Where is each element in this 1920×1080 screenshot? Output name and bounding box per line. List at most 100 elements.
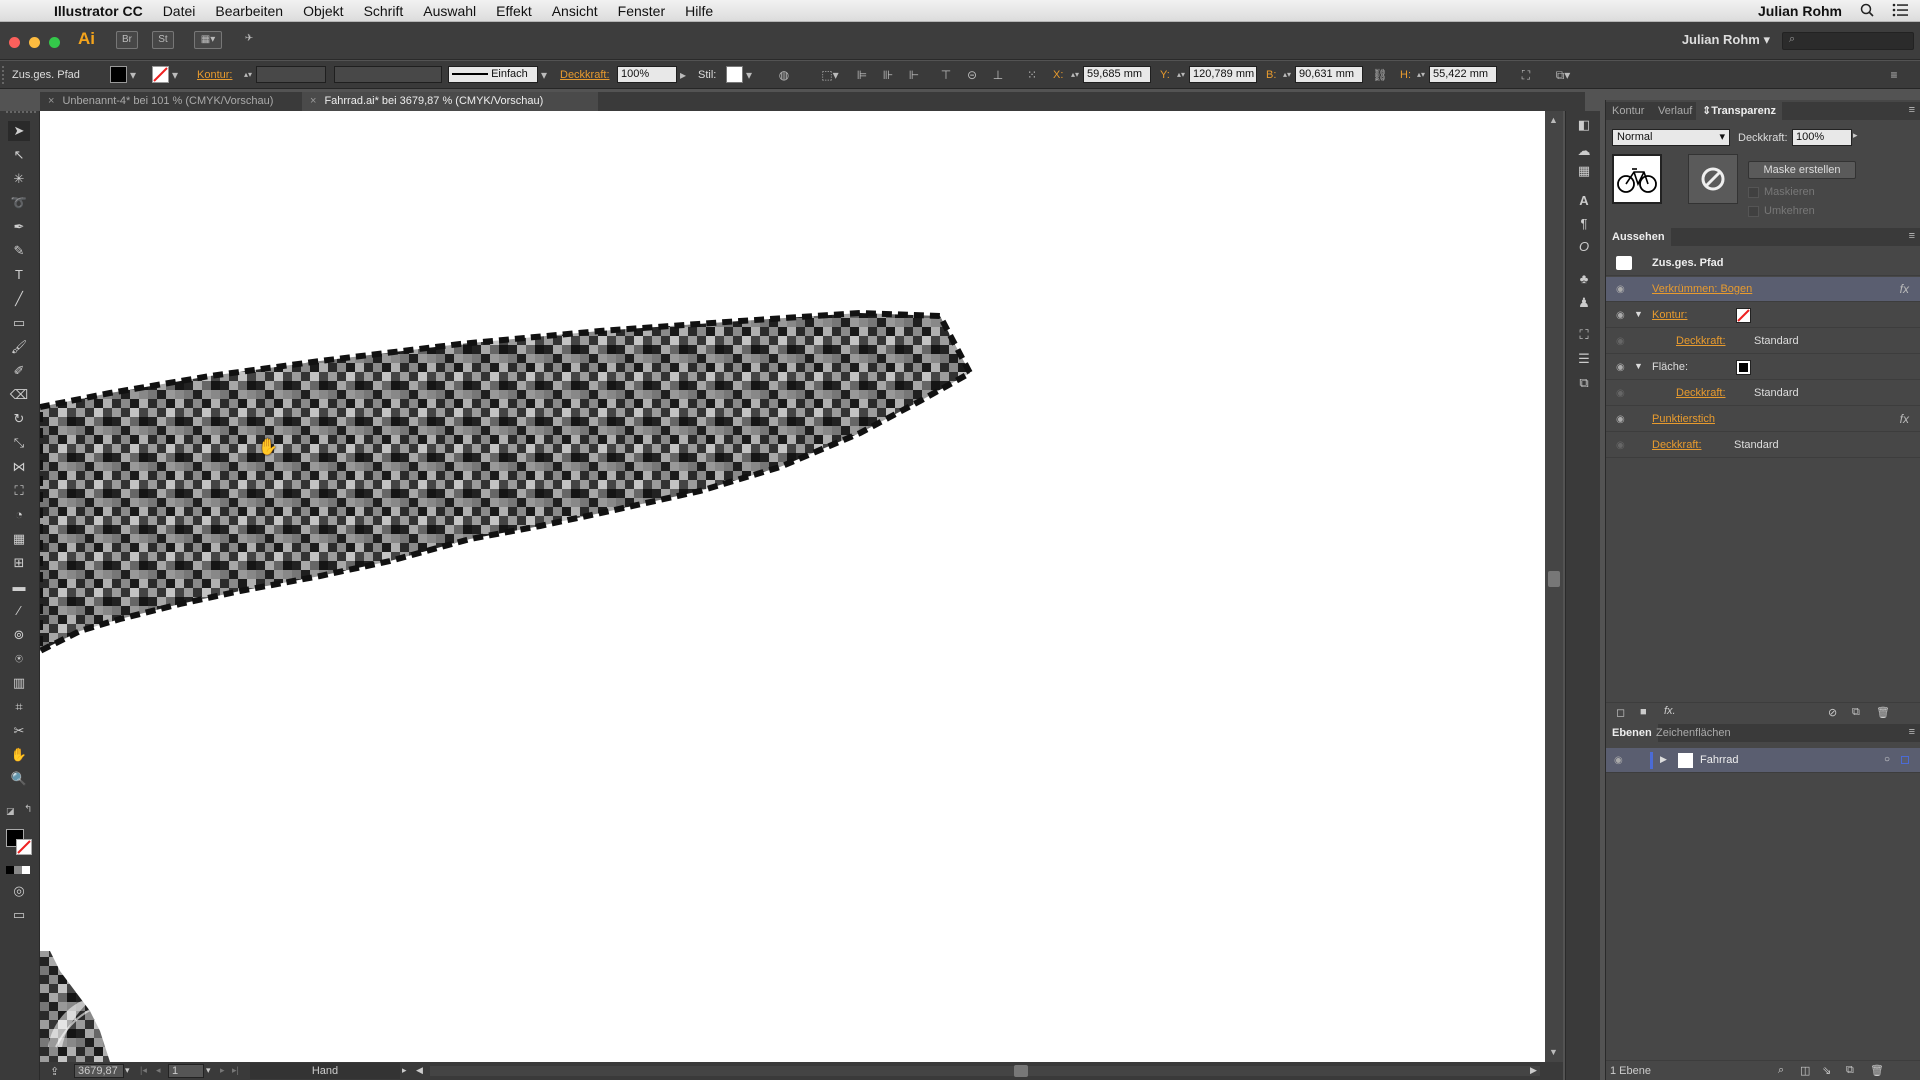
appearance-row-kontur-opacity[interactable]: ◉ Deckkraft: Standard xyxy=(1606,329,1920,354)
horizontal-scroll-thumb[interactable] xyxy=(1014,1065,1028,1077)
add-effect-fx-icon[interactable]: fx. xyxy=(1664,705,1676,717)
panel-menu-icon[interactable]: ≡ xyxy=(1909,230,1915,242)
default-colors-icon[interactable]: ◪ xyxy=(6,806,15,816)
add-fill-icon[interactable]: ■ xyxy=(1640,706,1647,718)
cc-libraries-icon[interactable]: ☁ xyxy=(1574,141,1594,161)
artboard-tool-icon[interactable]: ⌗ xyxy=(8,697,30,717)
close-icon[interactable]: × xyxy=(48,95,54,107)
curvature-tool-icon[interactable]: ✎ xyxy=(8,241,30,261)
tab-transparenz[interactable]: ⇕Transparenz xyxy=(1696,102,1783,120)
gpu-performance-icon[interactable]: ✈ xyxy=(238,31,260,49)
previous-artboard-icon[interactable]: ◂ xyxy=(156,1065,161,1076)
new-sublayer-icon[interactable]: ⇘ xyxy=(1822,1064,1831,1077)
transform-icon[interactable]: ⛶ xyxy=(1574,325,1594,345)
align-panel-icon[interactable]: ☰ xyxy=(1574,349,1594,369)
stroke-none-swatch[interactable] xyxy=(1736,308,1751,323)
width-tool-icon[interactable]: ⋈ xyxy=(8,457,30,477)
artboard-number-input[interactable]: 1 xyxy=(168,1064,204,1078)
menu-datei[interactable]: Datei xyxy=(163,3,196,19)
chevron-right-icon[interactable]: ▸ xyxy=(678,67,688,83)
paragraph-icon[interactable]: ¶ xyxy=(1574,214,1594,234)
panel-menu-icon[interactable]: ≡ xyxy=(1909,726,1915,738)
x-position-input[interactable]: 59,685 mm xyxy=(1083,66,1151,83)
appearance-row-flaeche[interactable]: ◉ ▼ Fläche: xyxy=(1606,355,1920,380)
recolor-artwork-icon[interactable]: ◍ xyxy=(776,67,792,83)
make-clipping-mask-icon[interactable]: ◫ xyxy=(1800,1064,1810,1077)
scroll-right-icon[interactable]: ▶ xyxy=(1530,1065,1537,1076)
stroke-style-dropdown[interactable]: Einfach xyxy=(448,66,538,83)
kontur-link[interactable]: Kontur: xyxy=(1652,309,1687,321)
stepper-icon[interactable]: ▴▾ xyxy=(1070,67,1080,83)
close-window-button[interactable] xyxy=(9,37,20,48)
lasso-tool-icon[interactable]: ➰ xyxy=(8,193,30,213)
chevron-down-icon[interactable]: ▾ xyxy=(125,1065,130,1076)
stroke-color-swatch[interactable] xyxy=(16,839,32,855)
clear-appearance-icon[interactable]: ⊘ xyxy=(1828,706,1837,719)
free-transform-tool-icon[interactable]: ⛶ xyxy=(8,481,30,501)
current-tool-status[interactable]: Hand xyxy=(250,1063,400,1079)
duplicate-item-icon[interactable]: ⧉ xyxy=(1852,706,1860,719)
stepper-icon[interactable]: ▴▾ xyxy=(1416,67,1426,83)
variable-width-dropdown[interactable] xyxy=(334,66,442,83)
menu-ansicht[interactable]: Ansicht xyxy=(552,3,598,19)
rotate-tool-icon[interactable]: ↻ xyxy=(8,409,30,429)
locate-object-icon[interactable]: ⌕ xyxy=(1778,1064,1784,1077)
fill-swatch[interactable] xyxy=(1736,360,1751,375)
height-input[interactable]: 55,422 mm xyxy=(1429,66,1497,83)
object-thumbnail[interactable] xyxy=(1612,154,1662,204)
scroll-up-icon[interactable]: ▲ xyxy=(1549,115,1558,125)
graphic-style-swatch[interactable] xyxy=(726,66,743,83)
symbols-icon[interactable]: ♣ xyxy=(1574,269,1594,289)
stepper-icon[interactable]: ▴▾ xyxy=(1282,67,1292,83)
shape-builder-tool-icon[interactable]: ◔ xyxy=(8,505,30,525)
align-left-icon[interactable]: ⊫ xyxy=(854,67,870,83)
chevron-down-icon[interactable]: ▾ xyxy=(128,67,138,83)
delete-item-icon[interactable]: 🗑 xyxy=(1876,706,1890,719)
slice-tool-icon[interactable]: ✂ xyxy=(8,721,30,741)
eye-icon[interactable]: ◉ xyxy=(1616,440,1630,451)
vertical-scrollbar[interactable]: ▲ ▼ xyxy=(1545,111,1563,1062)
bridge-button[interactable]: Br xyxy=(116,31,138,49)
appearance-row-verkruemmen[interactable]: ◉ Verkrümmen: Bogen fx xyxy=(1606,277,1920,302)
reference-point-icon[interactable]: ⁙ xyxy=(1024,67,1040,83)
grip-handle[interactable] xyxy=(6,111,36,117)
spotlight-search-icon[interactable] xyxy=(1860,3,1874,20)
pen-tool-icon[interactable]: ✒ xyxy=(8,217,30,237)
add-stroke-icon[interactable]: ◻ xyxy=(1616,706,1625,719)
menu-objekt[interactable]: Objekt xyxy=(303,3,343,19)
screen-mode-icon[interactable]: ▭ xyxy=(8,905,30,925)
paintbrush-tool-icon[interactable]: 🖌 xyxy=(8,337,30,357)
vertical-scroll-thumb[interactable] xyxy=(1548,571,1560,587)
minimize-window-button[interactable] xyxy=(29,37,40,48)
swap-colors-icon[interactable]: ↰ xyxy=(24,804,34,815)
stroke-weight-input[interactable] xyxy=(256,66,326,83)
eye-icon[interactable]: ◉ xyxy=(1616,310,1630,321)
expand-layer-icon[interactable]: ▶ xyxy=(1660,754,1667,765)
stroke-none-swatch[interactable] xyxy=(152,66,169,83)
align-vertical-center-icon[interactable]: ⊝ xyxy=(964,67,980,83)
rectangle-tool-icon[interactable]: ▭ xyxy=(8,313,30,333)
appearance-row-kontur[interactable]: ◉ ▼ Kontur: xyxy=(1606,303,1920,328)
eye-icon[interactable]: ◉ xyxy=(1616,388,1630,399)
drawing-mode-icon[interactable]: ◎ xyxy=(8,881,30,901)
kontur-label[interactable]: Kontur: xyxy=(197,69,232,81)
y-position-input[interactable]: 120,789 mm xyxy=(1189,66,1257,83)
maskieren-checkbox[interactable] xyxy=(1748,187,1759,198)
transparency-opacity-input[interactable]: 100% xyxy=(1792,129,1852,146)
app-name[interactable]: Illustrator CC xyxy=(54,3,143,19)
new-layer-icon[interactable]: ⧉ xyxy=(1846,1064,1854,1077)
align-top-icon[interactable]: ⊤ xyxy=(938,67,954,83)
opacity-input[interactable]: 100% xyxy=(617,66,677,83)
eye-icon[interactable]: ◉ xyxy=(1616,284,1630,295)
layer-name[interactable]: Fahrrad xyxy=(1700,754,1739,766)
deckkraft-link[interactable]: Deckkraft: xyxy=(1652,439,1702,451)
eyedropper-tool-icon[interactable]: ⁄ xyxy=(8,601,30,621)
blend-tool-icon[interactable]: ⊚ xyxy=(8,625,30,645)
align-horizontal-center-icon[interactable]: ⊪ xyxy=(880,67,896,83)
eye-icon[interactable]: ◉ xyxy=(1614,755,1628,766)
menu-bearbeiten[interactable]: Bearbeiten xyxy=(215,3,283,19)
link-icon[interactable]: ⛓ xyxy=(1372,67,1388,83)
appearance-object-row[interactable]: Zus.ges. Pfad xyxy=(1606,251,1920,276)
fx-icon[interactable]: fx xyxy=(1900,412,1909,426)
effect-verkruemmen-link[interactable]: Verkrümmen: Bogen xyxy=(1652,283,1752,295)
